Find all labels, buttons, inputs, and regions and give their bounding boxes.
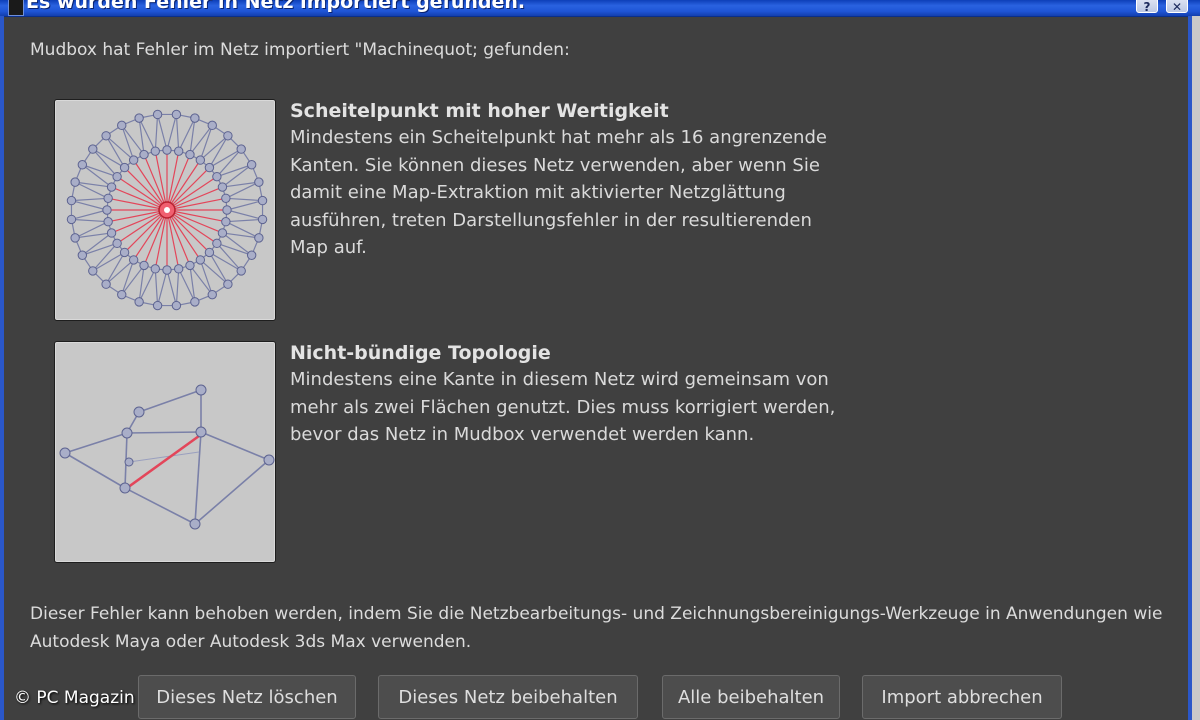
fix-hint-text: Dieser Fehler kann behoben werden, indem…: [30, 604, 1163, 652]
issue-non-manifold: Nicht-bündige Topologie Mindestens eine …: [290, 340, 870, 449]
issue-description: Mindestens ein Scheitelpunkt hat mehr al…: [290, 127, 827, 258]
help-button[interactable]: ?: [1136, 0, 1158, 14]
close-button[interactable]: ✕: [1166, 0, 1188, 14]
issue-high-valence: Scheitelpunkt mit hoher Wertigkeit Minde…: [290, 98, 870, 262]
intro-text: Mudbox hat Fehler im Netz importiert "Ma…: [30, 40, 570, 60]
issue-title: Nicht-bündige Topologie: [290, 342, 551, 364]
high-valence-vertex-diagram: [66, 109, 268, 311]
keep-all-button[interactable]: Alle beibehalten: [662, 675, 840, 719]
keep-mesh-button[interactable]: Dieses Netz beibehalten: [378, 675, 638, 719]
abort-import-button[interactable]: Import abbrechen: [862, 675, 1062, 719]
delete-mesh-button[interactable]: Dieses Netz löschen: [138, 675, 356, 719]
window-frame-right: [1192, 16, 1200, 720]
issue-title: Scheitelpunkt mit hoher Wertigkeit: [290, 100, 669, 122]
issue-description: Mindestens eine Kante in diesem Netz wir…: [290, 369, 836, 445]
window-title: Es wurden Fehler in Netz importiert gefu…: [26, 0, 526, 13]
high-valence-vertex-icon: [54, 99, 276, 321]
title-bar[interactable]: Es wurden Fehler in Netz importiert gefu…: [0, 0, 1200, 17]
non-manifold-topology-icon: [54, 341, 276, 563]
app-icon: [8, 0, 24, 16]
copyright-watermark: © PC Magazin: [14, 688, 135, 708]
non-manifold-topology-diagram: [59, 384, 275, 530]
